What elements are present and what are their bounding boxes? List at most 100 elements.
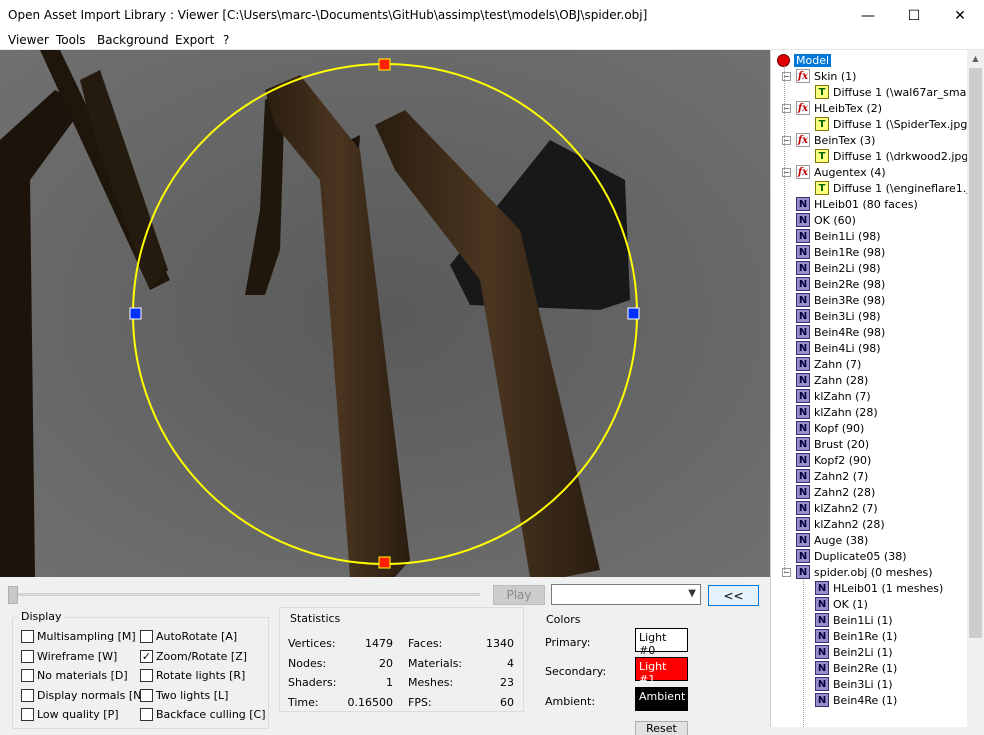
scene-tree[interactable]: Model − fx Skin (1) T Diffuse 1 (\wal67ar_sma… (770, 50, 984, 727)
texture-node[interactable]: T Diffuse 1 (\SpiderTex.jpg) (815, 116, 972, 132)
mesh-node[interactable]: N Auge (38) (796, 532, 868, 548)
option-no-materials-d[interactable]: No materials [D] (21, 669, 128, 682)
option-label: Rotate lights [R] (156, 669, 246, 682)
scroll-up-icon[interactable]: ▲ (967, 50, 984, 67)
material-node[interactable]: fx Skin (1) (796, 68, 856, 84)
mesh-node[interactable]: N Bein2Li (98) (796, 260, 881, 276)
child-node[interactable]: N HLeib01 (1 meshes) (815, 580, 943, 596)
mesh-node-icon: N (796, 309, 810, 323)
maximize-button[interactable]: ☐ (891, 0, 937, 31)
mesh-node[interactable]: N Bein1Li (98) (796, 228, 881, 244)
option-zoom-rotate-z[interactable]: ✓ Zoom/Rotate [Z] (140, 649, 247, 663)
mesh-node[interactable]: N Bein3Re (98) (796, 292, 885, 308)
option-display-normals-n[interactable]: Display normals [N] (21, 688, 146, 702)
mesh-node-icon: N (796, 485, 810, 499)
mesh-node-icon: N (796, 373, 810, 387)
mesh-node[interactable]: N Zahn (7) (796, 356, 861, 372)
menu-export[interactable]: Export (175, 33, 214, 47)
option-backface-culling-c[interactable]: Backface culling [C] (140, 708, 266, 721)
mesh-node[interactable]: N HLeib01 (80 faces) (796, 196, 918, 212)
tree-label: Diffuse 1 (\engineflare1.jpg) (833, 181, 984, 195)
mesh-node[interactable]: N Bein4Li (98) (796, 340, 881, 356)
tree-scroll-thumb[interactable] (969, 68, 982, 638)
mesh-node[interactable]: NklZahn (28) (796, 404, 878, 420)
menu-viewer[interactable]: Viewer (8, 33, 49, 47)
scene-node[interactable]: Nspider.obj (0 meshes) (796, 564, 933, 580)
option-multisampling-m[interactable]: Multisampling [M] (21, 630, 136, 643)
child-node[interactable]: N OK (1) (815, 596, 868, 612)
material-node-icon: fx (796, 133, 810, 147)
menu-tools[interactable]: Tools (56, 33, 86, 47)
material-node-icon: fx (796, 69, 810, 83)
child-node[interactable]: N Bein2Li (1) (815, 644, 893, 660)
menu-help[interactable]: ? (223, 33, 229, 47)
checkbox-icon[interactable] (21, 688, 34, 702)
model-node[interactable]: Model (777, 52, 832, 68)
animation-select[interactable]: ▼ (551, 584, 701, 605)
primary-color-swatch[interactable]: Light #0 (635, 628, 688, 657)
child-node[interactable]: N Bein3Li (1) (815, 676, 893, 692)
mesh-node[interactable]: NklZahn (7) (796, 388, 871, 404)
checkbox-icon[interactable] (140, 630, 153, 643)
ambient-color-swatch[interactable]: Ambient (635, 687, 688, 711)
play-button[interactable]: Play (493, 585, 545, 605)
secondary-color-swatch[interactable]: Light #1 (635, 657, 688, 686)
menu-background[interactable]: Background (97, 33, 169, 47)
mesh-node[interactable]: N Zahn2 (7) (796, 468, 868, 484)
child-node-icon: N (815, 677, 829, 691)
checkbox-icon[interactable] (140, 708, 153, 721)
mesh-node[interactable]: N Duplicate05 (38) (796, 548, 906, 564)
mesh-node[interactable]: N Bein3Li (98) (796, 308, 881, 324)
texture-node[interactable]: T Diffuse 1 (\wal67ar_small.jpg) (815, 84, 984, 100)
mesh-node[interactable]: N Bein1Re (98) (796, 244, 885, 260)
child-node-icon: N (815, 613, 829, 627)
material-node[interactable]: fx HLeibTex (2) (796, 100, 882, 116)
mesh-node[interactable]: N Kopf (90) (796, 420, 864, 436)
material-node[interactable]: fx Augentex (4) (796, 164, 886, 180)
render-viewport[interactable] (0, 50, 770, 577)
texture-node[interactable]: T Diffuse 1 (\drkwood2.jpg) (815, 148, 973, 164)
animation-slider-thumb[interactable] (8, 586, 18, 604)
option-two-lights-l[interactable]: Two lights [L] (140, 688, 228, 702)
mesh-node[interactable]: N Brust (20) (796, 436, 869, 452)
child-node[interactable]: N Bein4Re (1) (815, 692, 897, 708)
tree-label: klZahn2 (28) (814, 517, 885, 531)
texture-node[interactable]: T Diffuse 1 (\engineflare1.jpg) (815, 180, 984, 196)
option-low-quality-p[interactable]: Low quality [P] (21, 708, 119, 721)
display-group: Display Multisampling [M] Wireframe [W] No… (12, 610, 269, 729)
mesh-node[interactable]: NklZahn2 (7) (796, 500, 878, 516)
tree-label: Augentex (4) (814, 165, 886, 179)
close-button[interactable]: ✕ (937, 0, 983, 31)
checkbox-icon[interactable] (21, 708, 34, 721)
checkbox-checked-icon[interactable]: ✓ (140, 649, 153, 663)
child-node[interactable]: N Bein1Re (1) (815, 628, 897, 644)
checkbox-icon[interactable] (21, 630, 34, 643)
mesh-node[interactable]: N Bein2Re (98) (796, 276, 885, 292)
checkbox-icon[interactable] (140, 688, 153, 702)
reset-button[interactable]: Reset (635, 721, 688, 735)
mesh-node[interactable]: NklZahn2 (28) (796, 516, 885, 532)
option-label: Low quality [P] (37, 708, 119, 721)
material-node[interactable]: fx BeinTex (3) (796, 132, 875, 148)
mesh-node[interactable]: N Kopf2 (90) (796, 452, 871, 468)
child-node[interactable]: N Bein1Li (1) (815, 612, 893, 628)
child-node[interactable]: N Bein2Re (1) (815, 660, 897, 676)
option-label: Wireframe [W] (37, 649, 118, 663)
collapse-button[interactable]: << (708, 585, 759, 606)
mesh-node[interactable]: N OK (60) (796, 212, 856, 228)
checkbox-icon[interactable] (140, 669, 153, 682)
mesh-node[interactable]: N Bein4Re (98) (796, 324, 885, 340)
option-wireframe-w[interactable]: Wireframe [W] (21, 649, 118, 663)
option-autorotate-a[interactable]: AutoRotate [A] (140, 630, 237, 643)
checkbox-icon[interactable] (21, 649, 34, 663)
option-label: Display normals [N] (37, 688, 146, 702)
mesh-node[interactable]: N Zahn2 (28) (796, 484, 875, 500)
tree-label: Duplicate05 (38) (814, 549, 907, 563)
animation-slider-track[interactable] (10, 593, 480, 596)
title-bar: Open Asset Import Library : Viewer [C:\U… (0, 0, 984, 31)
minimize-button[interactable]: — (845, 0, 891, 31)
mesh-node-icon: N (796, 533, 810, 547)
mesh-node[interactable]: N Zahn (28) (796, 372, 868, 388)
option-rotate-lights-r[interactable]: Rotate lights [R] (140, 669, 245, 682)
checkbox-icon[interactable] (21, 669, 34, 682)
